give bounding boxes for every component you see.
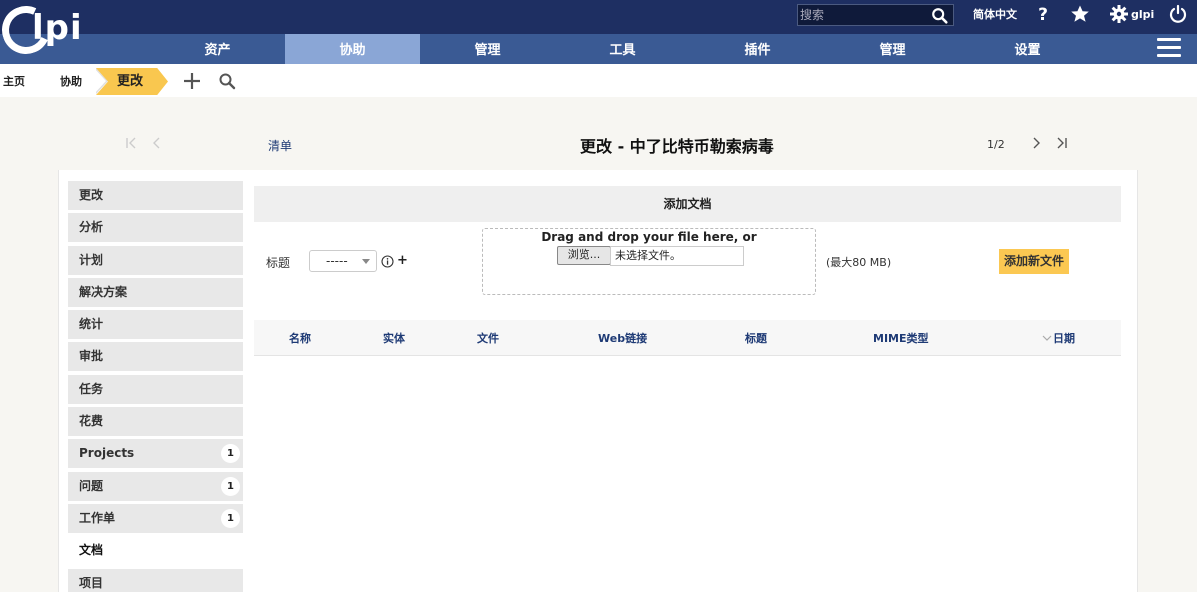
add-heading-icon[interactable]: + <box>397 253 408 268</box>
chevron-down-icon <box>362 259 370 264</box>
tab-label: 任务 <box>79 381 104 396</box>
file-dropzone[interactable]: Drag and drop your file here, or 浏览... 未… <box>482 228 816 295</box>
tab-label: 计划 <box>79 252 104 267</box>
logo-text: lpi <box>32 8 83 48</box>
browse-button[interactable]: 浏览... <box>557 246 611 265</box>
gear-icon[interactable] <box>1109 4 1129 24</box>
max-size-note: (最大80 MB) <box>826 256 892 269</box>
menu-icon[interactable] <box>1157 38 1181 60</box>
tab-label: 更改 <box>79 188 104 202</box>
tab-statistics[interactable]: 统计 <box>68 310 243 340</box>
drop-instructions: Drag and drop your file here, or <box>541 230 757 244</box>
tab-label: 分析 <box>79 220 104 235</box>
side-tabs: 更改 分析 计划 解决方案 统计 审批 任务 花费 Projects 1 问题 1 … <box>68 181 243 592</box>
tab-label: 工作单 <box>79 510 116 525</box>
tab-label: 文档 <box>79 543 104 558</box>
tab-label: 问题 <box>79 478 104 493</box>
star-icon[interactable] <box>1070 4 1090 24</box>
tab-items[interactable]: 项目 <box>68 568 243 592</box>
tab-label: 项目 <box>79 575 104 590</box>
next-page-icon[interactable] <box>1029 136 1043 150</box>
count-badge: 1 <box>221 444 240 464</box>
heading-select-value: ----- <box>326 254 348 268</box>
global-search <box>797 4 954 26</box>
tab-label: 花费 <box>79 414 104 429</box>
column-web-link[interactable]: Web链接 <box>598 330 647 346</box>
nav-assets[interactable]: 资产 <box>150 34 285 64</box>
svg-text:?: ? <box>1038 5 1048 24</box>
nav-assistance[interactable]: 协助 <box>285 34 420 64</box>
column-mime-type[interactable]: MIME类型 <box>873 330 929 346</box>
tab-analysis[interactable]: 分析 <box>68 213 243 243</box>
help-icon[interactable]: ? <box>1033 4 1053 24</box>
first-page-icon[interactable] <box>125 136 139 150</box>
add-new-file-button[interactable]: 添加新文件 <box>999 249 1069 274</box>
page-title: 更改 - 中了比特币勒索病毒 <box>580 137 774 156</box>
tab-documents[interactable]: 文档 <box>68 536 243 566</box>
last-page-icon[interactable] <box>1054 136 1068 150</box>
user-name[interactable]: glpi <box>1131 8 1154 21</box>
count-badge: 1 <box>221 508 240 528</box>
column-entity[interactable]: 实体 <box>383 330 405 346</box>
tab-approvals[interactable]: 审批 <box>68 342 243 372</box>
search-icon[interactable] <box>218 72 236 90</box>
column-file[interactable]: 文件 <box>477 330 499 346</box>
main-nav: 资产 协助 管理 工具 插件 管理 设置 <box>150 34 1095 64</box>
tab-label: 解决方案 <box>79 284 128 299</box>
document-table-header: 名称 实体 文件 Web链接 标题 MIME类型 日期 <box>254 320 1121 356</box>
breadcrumb: 主页 协助 更改 <box>0 64 1197 97</box>
breadcrumb-assistance[interactable]: 协助 <box>38 68 100 95</box>
heading-label: 标题 <box>266 256 291 270</box>
page-counter: 1/2 <box>987 138 1005 151</box>
top-header: lpi 简体中文 ? glpi 资产 协助 <box>0 0 1197 64</box>
column-date[interactable]: 日期 <box>1053 330 1075 346</box>
list-link[interactable]: 清单 <box>268 137 292 154</box>
tab-costs[interactable]: 花费 <box>68 407 243 437</box>
tab-change[interactable]: 更改 <box>68 181 243 210</box>
power-icon[interactable] <box>1168 4 1188 24</box>
tab-label: 统计 <box>79 317 104 332</box>
tab-projects[interactable]: Projects 1 <box>68 439 243 469</box>
sort-desc-icon[interactable] <box>1042 333 1052 343</box>
tab-plan[interactable]: 计划 <box>68 245 243 275</box>
tab-label: 审批 <box>79 349 104 364</box>
breadcrumb-home[interactable]: 主页 <box>0 68 40 95</box>
tab-tasks[interactable]: 任务 <box>68 374 243 404</box>
prev-page-icon[interactable] <box>150 136 164 150</box>
info-icon[interactable] <box>381 255 394 268</box>
add-icon[interactable] <box>183 72 201 90</box>
file-status: 未选择文件。 <box>610 246 744 266</box>
tab-label: Projects <box>79 446 135 461</box>
search-icon[interactable] <box>931 7 949 25</box>
tab-problems[interactable]: 问题 1 <box>68 471 243 501</box>
language-link[interactable]: 简体中文 <box>973 6 1017 22</box>
nav-tools[interactable]: 工具 <box>555 34 690 64</box>
column-name[interactable]: 名称 <box>289 330 311 346</box>
column-heading[interactable]: 标题 <box>745 330 767 346</box>
tab-solution[interactable]: 解决方案 <box>68 277 243 307</box>
count-badge: 1 <box>221 476 240 496</box>
tab-tickets[interactable]: 工作单 1 <box>68 503 243 533</box>
nav-plugins[interactable]: 插件 <box>690 34 825 64</box>
nav-administration[interactable]: 管理 <box>825 34 960 64</box>
global-search-input[interactable] <box>800 7 928 23</box>
heading-select[interactable]: ----- <box>309 250 377 272</box>
add-document-header: 添加文档 <box>254 186 1121 222</box>
nav-setup[interactable]: 设置 <box>960 34 1095 64</box>
glpi-logo[interactable]: lpi <box>0 0 92 61</box>
nav-management[interactable]: 管理 <box>420 34 555 64</box>
